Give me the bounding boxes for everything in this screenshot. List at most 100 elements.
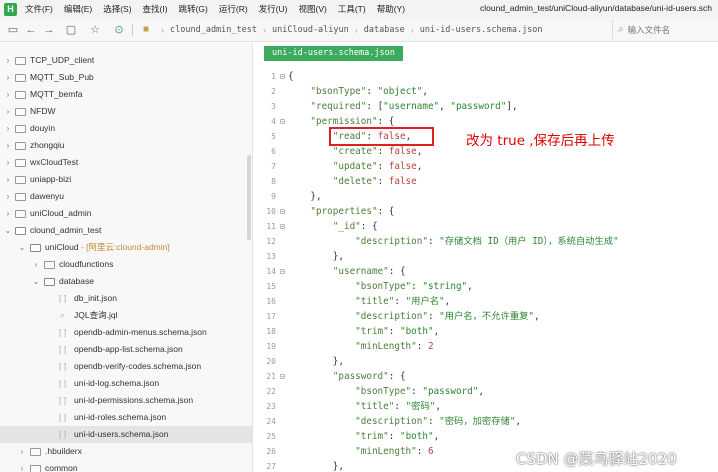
tree-item-label: douyin	[30, 123, 56, 133]
tree-item-common[interactable]: › common	[0, 460, 252, 472]
tree-item-uni-id-permissions[interactable]: [ ] uni-id-permissions.schema.json	[0, 392, 252, 409]
tree-item-database[interactable]: ⌄ database	[0, 273, 252, 290]
sidebar-toggle-icon[interactable]: ▭	[4, 23, 22, 36]
chevron-down-icon[interactable]: ⌄	[3, 222, 13, 239]
jql-file-icon: ⌕	[60, 310, 65, 320]
tree-item-hbuilderx[interactable]: › .hbuilderx	[0, 443, 252, 460]
chevron-right-icon[interactable]: ›	[3, 188, 13, 205]
code-line: 14 ⊟ "username": {	[266, 266, 406, 277]
tree-item-label: opendb-app-list.schema.json	[74, 344, 183, 354]
tree-item-zhongqiu[interactable]: › zhongqiu	[0, 137, 252, 154]
menu-goto[interactable]: 跳转(G)	[179, 3, 208, 15]
folder-icon	[15, 142, 26, 150]
breadcrumb-database[interactable]: database	[364, 25, 405, 35]
chevron-right-icon[interactable]: ›	[3, 137, 13, 154]
menu-tools[interactable]: 工具(T)	[338, 3, 366, 15]
tree-item-opendb-admin-menus[interactable]: [ ] opendb-admin-menus.schema.json	[0, 324, 252, 341]
code-line: 19 "minLength": 2	[266, 341, 434, 352]
tree-item-clound-admin-test[interactable]: ⌄ clound_admin_test	[0, 222, 252, 239]
menu-select[interactable]: 选择(S)	[103, 3, 131, 15]
toolbar-divider	[132, 23, 133, 36]
chevron-right-icon[interactable]: ›	[3, 154, 13, 171]
folder-icon	[15, 176, 26, 184]
tree-item-cloudfunctions[interactable]: › cloudfunctions	[0, 256, 252, 273]
run-icon[interactable]: ⊙	[110, 23, 128, 36]
chevron-right-icon[interactable]: ›	[17, 443, 27, 460]
chevron-right-icon[interactable]: ›	[3, 171, 13, 188]
tree-item-uni-id-users[interactable]: [ ] uni-id-users.schema.json	[0, 426, 252, 443]
tree-item-wxcloudtest[interactable]: › wxCloudTest	[0, 154, 252, 171]
folder-icon	[44, 261, 55, 269]
sidebar-scrollbar[interactable]	[247, 155, 251, 240]
code-line: 2 "bsonType": "object",	[271, 86, 428, 97]
chevron-right-icon[interactable]: ›	[3, 205, 13, 222]
menu-view[interactable]: 视图(V)	[298, 3, 326, 15]
breadcrumb-separator-icon: ›	[161, 24, 164, 35]
file-search-box[interactable]: ⌕	[612, 20, 716, 39]
file-search-input[interactable]	[627, 24, 708, 35]
chevron-right-icon[interactable]: ›	[17, 460, 27, 472]
chevron-right-icon[interactable]: ›	[3, 103, 13, 120]
chevron-right-icon[interactable]: ›	[3, 69, 13, 86]
tree-item-nfdw[interactable]: › NFDW	[0, 103, 252, 120]
forward-arrow-icon[interactable]: →	[40, 24, 58, 36]
tree-item-tcp-udp-client[interactable]: › TCP_UDP_client	[0, 52, 252, 69]
chevron-right-icon[interactable]: ›	[3, 52, 13, 69]
tree-item-label: JQL查询.jql	[74, 310, 118, 320]
favorite-star-icon[interactable]: ☆	[86, 23, 104, 36]
breadcrumb-unicloud[interactable]: uniCloud-aliyun	[272, 25, 349, 35]
new-file-icon[interactable]: ▢	[62, 23, 80, 36]
json-file-icon: [ ]	[59, 412, 67, 422]
tree-item-label: dawenyu	[30, 191, 65, 201]
tree-item-mqtt-bemfa[interactable]: › MQTT_bemfa	[0, 86, 252, 103]
tree-item-label: uni-id-log.schema.json	[74, 378, 160, 388]
tree-item-uni-id-roles[interactable]: [ ] uni-id-roles.schema.json	[0, 409, 252, 426]
breadcrumb-file[interactable]: uni-id-users.schema.json	[420, 25, 543, 35]
chevron-down-icon[interactable]: ⌄	[17, 239, 27, 256]
tree-item-opendb-app-list[interactable]: [ ] opendb-app-list.schema.json	[0, 341, 252, 358]
menu-run[interactable]: 运行(R)	[219, 3, 248, 15]
tree-item-mqtt-sub-pub[interactable]: › MQTT_Sub_Pub	[0, 69, 252, 86]
tree-item-label: clound_admin_test	[30, 225, 102, 235]
menu-help[interactable]: 帮助(Y)	[377, 3, 405, 15]
tree-item-unicloud-admin[interactable]: › uniCloud_admin	[0, 205, 252, 222]
tree-item-dawenyu[interactable]: › dawenyu	[0, 188, 252, 205]
code-line: 17 "description": "用户名，不允许重复",	[266, 311, 540, 322]
menu-file[interactable]: 文件(F)	[25, 3, 53, 15]
tree-item-label: db_init.json	[74, 293, 118, 303]
tree-item-uni-id-log[interactable]: [ ] uni-id-log.schema.json	[0, 375, 252, 392]
tree-item-opendb-verify-codes[interactable]: [ ] opendb-verify-codes.schema.json	[0, 358, 252, 375]
chevron-right-icon[interactable]: ›	[3, 86, 13, 103]
folder-icon	[30, 448, 41, 456]
code-editor[interactable]: uni-id-users.schema.json 1 ⊟{ 2 "bsonType…	[254, 43, 718, 472]
menu-publish[interactable]: 发行(U)	[259, 3, 288, 15]
code-line: 13 },	[266, 251, 344, 262]
tree-item-label: uniapp-bizi	[30, 174, 72, 184]
chevron-right-icon[interactable]: ›	[31, 256, 41, 273]
tree-item-label: uni-id-permissions.schema.json	[74, 395, 194, 405]
tree-item-label: .hbuilderx	[45, 446, 82, 456]
chevron-down-icon[interactable]: ⌄	[31, 273, 41, 290]
code-line: 24 "description": "密码，加密存储",	[266, 416, 522, 427]
code-line: 8 "delete": false	[271, 176, 417, 187]
tree-item-uniapp-bizi[interactable]: › uniapp-bizi	[0, 171, 252, 188]
folder-icon	[15, 159, 26, 167]
folder-icon	[15, 91, 26, 99]
code-line: 4 ⊟ "permission": {	[271, 116, 395, 127]
chevron-right-icon[interactable]: ›	[3, 120, 13, 137]
tree-item-unicloud[interactable]: ⌄ uniCloud - [阿里云:clound-admin]	[0, 239, 252, 256]
breadcrumb-project[interactable]: clound_admin_test	[170, 25, 257, 35]
menu-find[interactable]: 查找(I)	[143, 3, 168, 15]
annotation-highlight-box	[329, 127, 434, 146]
tab-uni-id-users-schema[interactable]: uni-id-users.schema.json	[264, 46, 403, 61]
tree-item-douyin[interactable]: › douyin	[0, 120, 252, 137]
menu-bar: H 文件(F) 编辑(E) 选择(S) 查找(I) 跳转(G) 运行(R) 发行…	[0, 0, 718, 18]
tree-item-jql[interactable]: ⌕ JQL查询.jql	[0, 307, 252, 324]
json-file-icon: [ ]	[59, 293, 67, 303]
tree-item-db-init[interactable]: [ ] db_init.json	[0, 290, 252, 307]
json-file-icon: [ ]	[59, 395, 67, 405]
tree-item-label: cloudfunctions	[59, 259, 114, 269]
back-arrow-icon[interactable]: ←	[22, 24, 40, 36]
menu-edit[interactable]: 编辑(E)	[64, 3, 92, 15]
tree-item-label: MQTT_bemfa	[30, 89, 83, 99]
